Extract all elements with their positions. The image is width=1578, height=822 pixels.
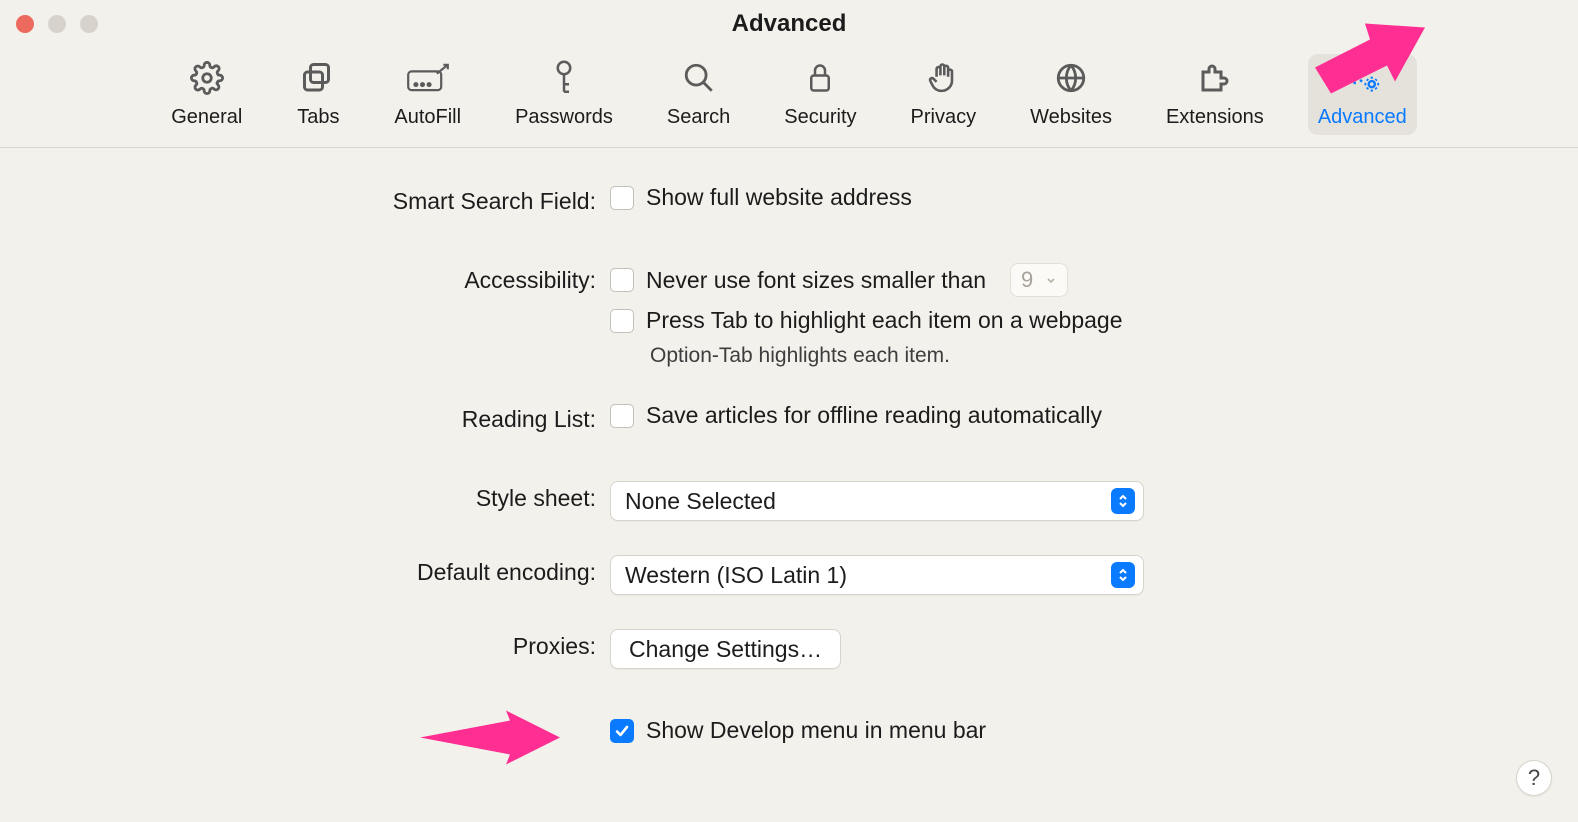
advanced-settings: Smart Search Field: Show full website ad…: [0, 148, 1578, 744]
tab-label: Privacy: [911, 106, 977, 129]
titlebar: Advanced: [0, 0, 1578, 48]
press-tab-label: Press Tab to highlight each item on a we…: [646, 307, 1123, 334]
change-proxy-settings-button[interactable]: Change Settings…: [610, 629, 841, 669]
tabs-icon: [296, 58, 340, 98]
autofill-icon: [406, 58, 450, 98]
tab-label: AutoFill: [394, 106, 461, 129]
help-button[interactable]: ?: [1516, 760, 1552, 796]
tab-advanced[interactable]: Advanced: [1308, 54, 1417, 135]
develop-row-spacer: [40, 717, 596, 721]
min-font-size-value: 9: [1021, 267, 1033, 293]
show-develop-menu-label: Show Develop menu in menu bar: [646, 717, 986, 744]
updown-arrows-icon: [1111, 488, 1135, 514]
search-icon: [677, 58, 721, 98]
style-sheet-select[interactable]: None Selected: [610, 481, 1144, 521]
min-font-size-select[interactable]: 9: [1010, 263, 1068, 297]
tab-label: Search: [667, 106, 730, 129]
press-tab-hint: Option-Tab highlights each item.: [650, 344, 950, 368]
globe-icon: [1049, 58, 1093, 98]
minimize-window-button[interactable]: [48, 15, 66, 33]
updown-arrows-icon: [1111, 562, 1135, 588]
reading-list-label: Reading List:: [40, 402, 596, 433]
tab-label: Advanced: [1318, 106, 1407, 129]
accessibility-label: Accessibility:: [40, 263, 596, 294]
press-tab-checkbox[interactable]: [610, 309, 634, 333]
tab-extensions[interactable]: Extensions: [1156, 54, 1274, 135]
default-encoding-value: Western (ISO Latin 1): [625, 562, 847, 589]
tab-label: Security: [784, 106, 856, 129]
smart-search-label: Smart Search Field:: [40, 184, 596, 215]
tab-label: Websites: [1030, 106, 1112, 129]
never-font-size-checkbox[interactable]: [610, 268, 634, 292]
never-font-size-label: Never use font sizes smaller than: [646, 267, 986, 294]
tab-privacy[interactable]: Privacy: [901, 54, 987, 135]
tab-label: Passwords: [515, 106, 613, 129]
close-window-button[interactable]: [16, 15, 34, 33]
show-develop-menu-checkbox[interactable]: [610, 719, 634, 743]
gears-icon: [1340, 58, 1384, 98]
hand-icon: [921, 58, 965, 98]
window-title: Advanced: [732, 10, 847, 38]
tab-autofill[interactable]: AutoFill: [384, 54, 471, 135]
chevron-down-icon: [1041, 270, 1061, 290]
tab-tabs[interactable]: Tabs: [286, 54, 350, 135]
tab-security[interactable]: Security: [774, 54, 866, 135]
puzzle-icon: [1193, 58, 1237, 98]
save-offline-checkbox[interactable]: [610, 404, 634, 428]
proxies-label: Proxies:: [40, 629, 596, 660]
show-full-address-checkbox[interactable]: [610, 186, 634, 210]
key-icon: [542, 58, 586, 98]
show-full-address-label: Show full website address: [646, 184, 912, 211]
tab-search[interactable]: Search: [657, 54, 740, 135]
style-sheet-value: None Selected: [625, 488, 776, 515]
tab-passwords[interactable]: Passwords: [505, 54, 623, 135]
tab-label: General: [171, 106, 242, 129]
style-sheet-label: Style sheet:: [40, 481, 596, 512]
save-offline-label: Save articles for offline reading automa…: [646, 402, 1102, 429]
lock-icon: [798, 58, 842, 98]
default-encoding-select[interactable]: Western (ISO Latin 1): [610, 555, 1144, 595]
tab-websites[interactable]: Websites: [1020, 54, 1122, 135]
tab-label: Tabs: [297, 106, 339, 129]
zoom-window-button[interactable]: [80, 15, 98, 33]
preferences-toolbar: General Tabs AutoFill Passwords Search S…: [0, 48, 1578, 148]
gear-icon: [185, 58, 229, 98]
tab-label: Extensions: [1166, 106, 1264, 129]
default-encoding-label: Default encoding:: [40, 555, 596, 586]
tab-general[interactable]: General: [161, 54, 252, 135]
window-controls: [16, 15, 98, 33]
